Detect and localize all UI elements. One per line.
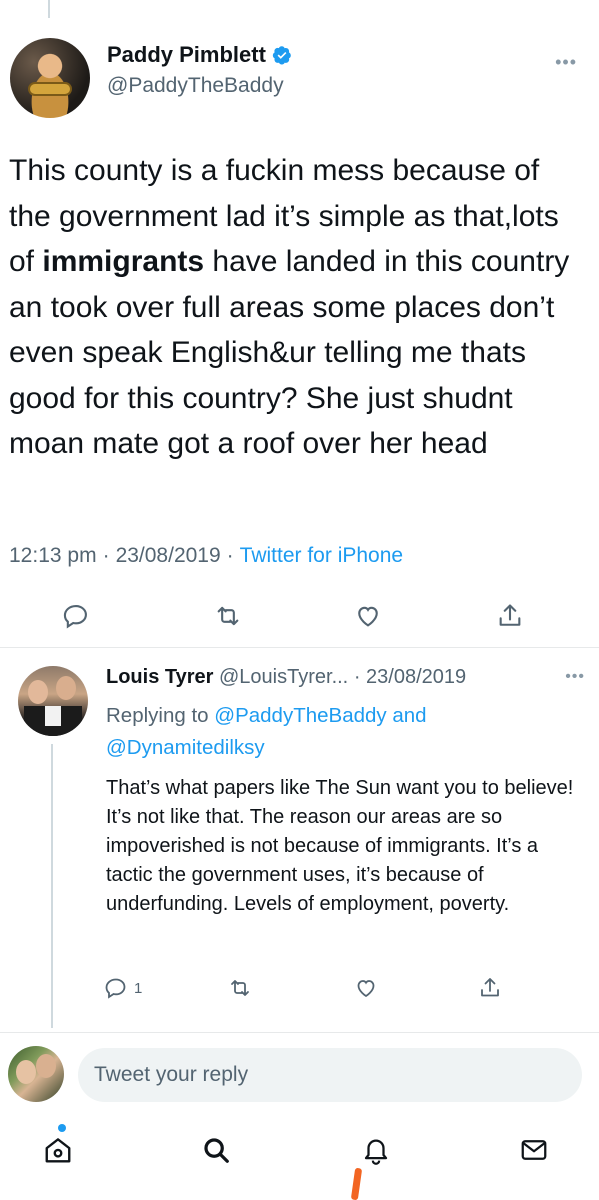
tweet-time[interactable]: 12:13 pm [9, 544, 97, 568]
replying-prefix: Replying to [106, 704, 209, 727]
reply-text: That’s what papers like The Sun want you… [106, 777, 574, 915]
notifications-icon [364, 1139, 388, 1165]
reply-author-name[interactable]: Louis Tyrer [106, 666, 213, 688]
share-button[interactable] [492, 598, 528, 634]
replying-to: Replying to @PaddyTheBaddy and @Dynamite… [106, 700, 576, 764]
home-notification-dot [58, 1124, 66, 1132]
home-icon [45, 1138, 71, 1163]
share-icon [481, 978, 499, 997]
author-avatar[interactable] [10, 38, 90, 118]
tab-notifications[interactable] [358, 1132, 394, 1168]
tweet-text: This county is a fuckin mess because of … [9, 148, 589, 467]
like-button[interactable] [350, 598, 386, 634]
reply-author-avatar[interactable] [18, 666, 88, 736]
reply-share-button[interactable] [478, 974, 502, 1002]
replying-and[interactable]: and [392, 704, 426, 727]
thread-line [51, 744, 53, 1028]
author-name-row[interactable]: Paddy Pimblett [107, 42, 292, 68]
retweet-icon [231, 980, 249, 996]
more-options-icon[interactable]: ••• [555, 52, 577, 73]
reply-date[interactable]: 23/08/2019 [366, 666, 466, 688]
verified-badge-icon [272, 46, 291, 65]
reply-more-options-icon[interactable]: ••• [565, 668, 585, 686]
thread-connector-top [48, 0, 50, 18]
divider [0, 647, 599, 648]
share-icon [499, 604, 521, 626]
tweet-text-bold: immigrants [42, 245, 205, 278]
tab-search[interactable] [198, 1132, 234, 1168]
like-icon [357, 980, 375, 998]
annotation-mark [350, 1167, 363, 1200]
reply-header: Louis Tyrer @LouisTyrer... · 23/08/2019 [106, 666, 466, 689]
reply-count: 1 [134, 979, 143, 997]
messages-icon [521, 1140, 547, 1160]
reply-input[interactable]: Tweet your reply [78, 1048, 582, 1102]
replying-to-link[interactable]: @Dynamitedilksy [106, 736, 265, 759]
tweet-meta: 12:13 pm · 23/08/2019 · Twitter for iPho… [9, 544, 403, 568]
replying-to-link[interactable]: @PaddyTheBaddy [214, 704, 386, 727]
tab-messages[interactable] [516, 1132, 552, 1168]
tweet-source[interactable]: Twitter for iPhone [240, 544, 403, 568]
reply-comment-button[interactable]: 1 [104, 974, 142, 1002]
comment-button[interactable] [58, 598, 94, 634]
author-handle[interactable]: @PaddyTheBaddy [107, 74, 284, 98]
like-icon [358, 606, 378, 627]
reply-author-handle[interactable]: @LouisTyrer... [219, 666, 348, 688]
meta-separator: · [353, 666, 361, 688]
tweet-date[interactable]: 23/08/2019 [116, 544, 221, 568]
reply-like-button[interactable] [354, 974, 378, 1002]
divider [0, 1032, 599, 1033]
retweet-button[interactable] [210, 598, 246, 634]
reply-retweet-button[interactable] [228, 974, 252, 1002]
comment-icon [105, 978, 126, 999]
current-user-avatar[interactable] [8, 1046, 64, 1102]
meta-separator: · [226, 544, 234, 567]
search-icon [204, 1138, 229, 1163]
tab-home[interactable] [40, 1132, 76, 1168]
comment-icon [63, 605, 87, 629]
retweet-icon [217, 606, 239, 626]
meta-separator: · [102, 544, 110, 567]
author-name[interactable]: Paddy Pimblett [107, 42, 266, 68]
